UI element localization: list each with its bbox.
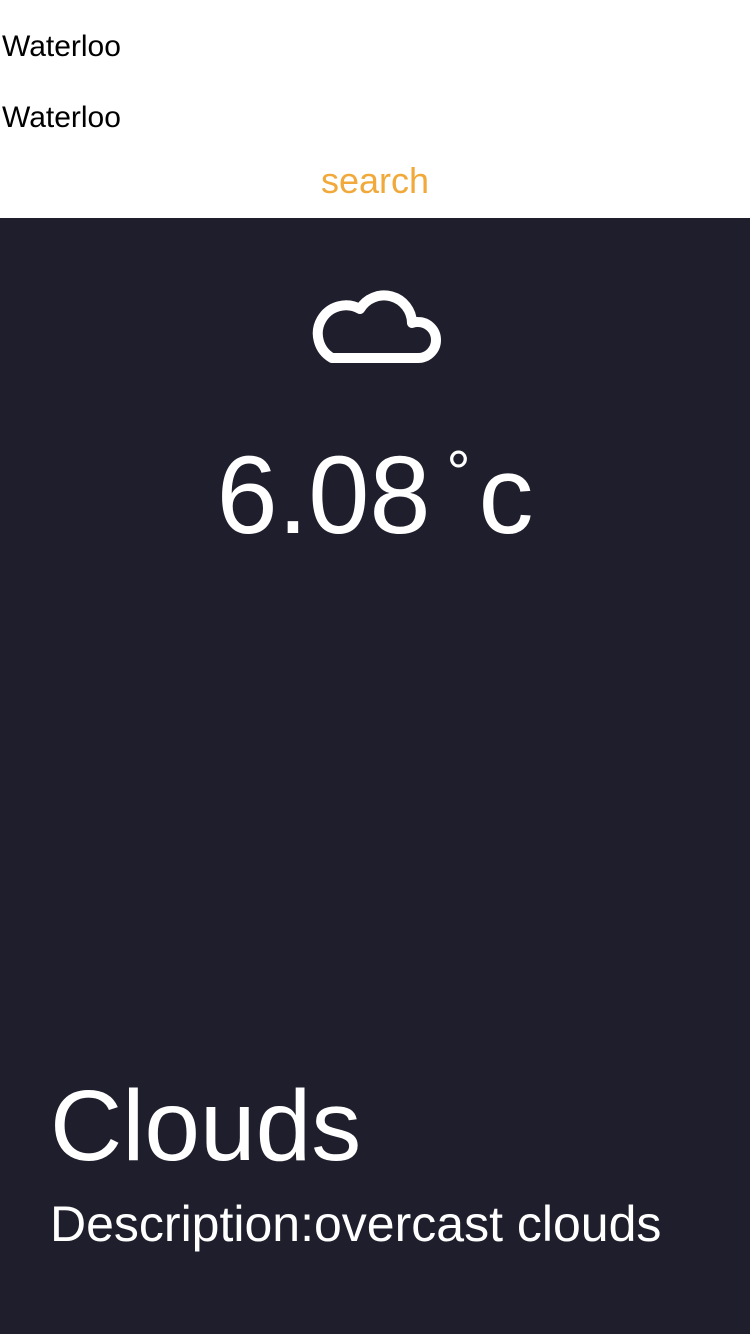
- city-label: Waterloo: [2, 30, 121, 63]
- weather-condition: Clouds: [50, 1070, 362, 1182]
- weather-description: Description:overcast clouds: [50, 1196, 662, 1252]
- search-button[interactable]: search: [0, 160, 750, 202]
- temperature-display: 6.08 °c: [0, 408, 750, 561]
- search-header: Waterloo search: [0, 0, 750, 218]
- weather-panel: 6.08 °c Clouds Description:overcast cloud…: [0, 218, 750, 1334]
- temperature-value: 6.08: [216, 434, 431, 557]
- cloud-icon: [312, 290, 441, 363]
- temperature-unit: c: [478, 434, 534, 557]
- degree-symbol: °: [446, 439, 471, 506]
- temperature-unit-group: °c: [447, 408, 534, 561]
- city-input[interactable]: [2, 101, 702, 135]
